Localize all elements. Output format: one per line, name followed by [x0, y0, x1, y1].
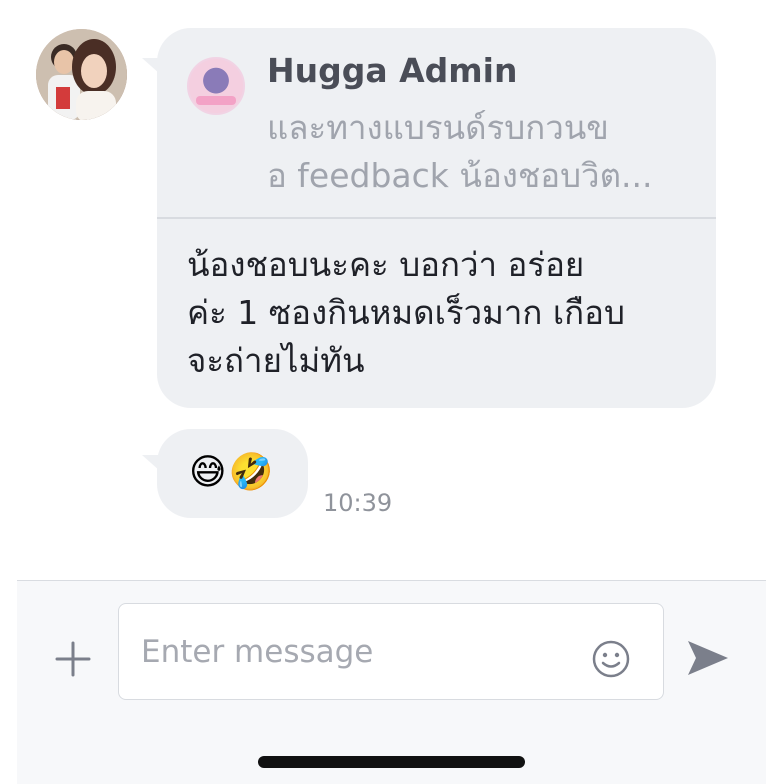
hugga-logo-label-icon [196, 96, 236, 105]
emoji-message-text: 😅🤣 [189, 452, 276, 493]
message-input-bar: Enter message [17, 580, 766, 784]
message-placeholder: Enter message [141, 634, 374, 670]
emoji-button[interactable] [591, 639, 631, 679]
quoted-message-preview: และทางแบรนด์รบกวนข อ feedback น้องชอบวิต… [267, 108, 653, 195]
avatar-photo-icon [36, 29, 127, 120]
quote-divider [157, 217, 716, 219]
quoted-sender-name: Hugga Admin [267, 51, 518, 90]
send-button[interactable] [686, 638, 730, 678]
sender-avatar[interactable] [36, 29, 127, 120]
home-indicator[interactable] [258, 756, 525, 768]
emoji-message-bubble[interactable]: 😅🤣 [157, 429, 308, 518]
message-input[interactable]: Enter message [118, 603, 664, 700]
reply-message-text: น้องชอบนะคะ บอกว่า อร่อย ค่ะ 1 ซองกินหมด… [187, 245, 625, 380]
send-icon [688, 641, 728, 675]
plus-icon [55, 641, 91, 677]
reply-message-bubble[interactable]: Hugga Admin และทางแบรนด์รบกวนข อ feedbac… [157, 28, 716, 408]
plus-button[interactable] [53, 639, 93, 679]
message-timestamp: 10:39 [323, 489, 393, 517]
smile-icon [592, 640, 630, 678]
hugga-logo-icon [187, 57, 245, 115]
